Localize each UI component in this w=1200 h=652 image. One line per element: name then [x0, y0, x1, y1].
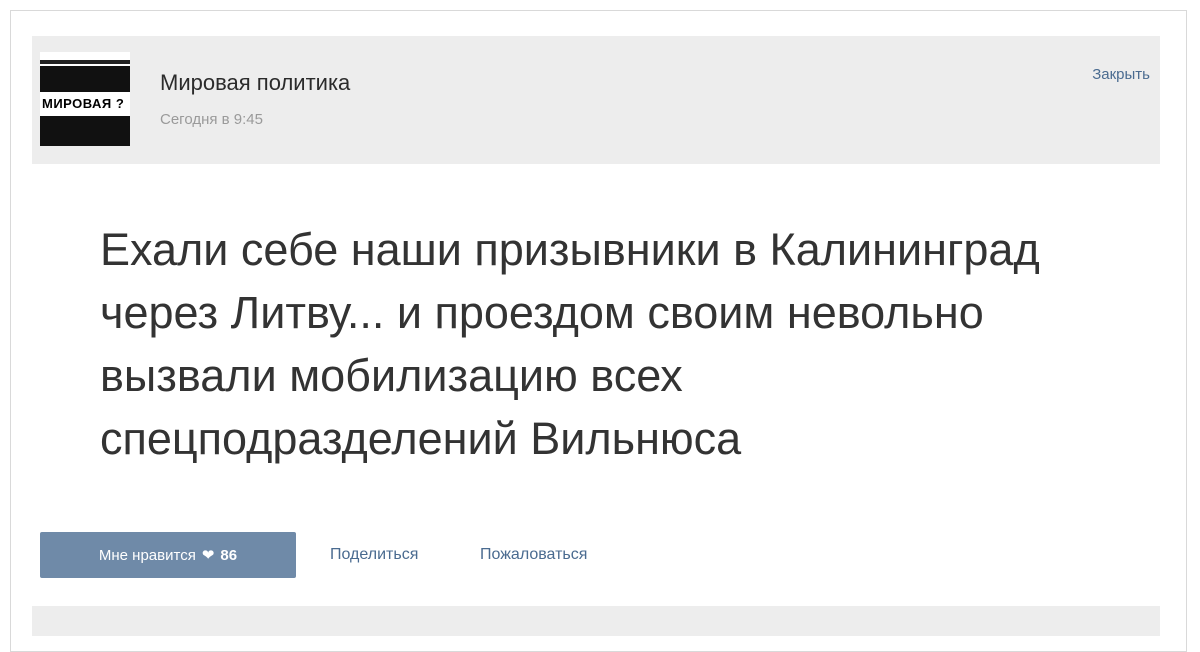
group-name-link[interactable]: Мировая политика: [160, 70, 350, 96]
like-button[interactable]: Мне нравится ❤ 86: [40, 532, 296, 578]
share-link[interactable]: Поделиться: [330, 546, 418, 564]
post-timestamp[interactable]: Сегодня в 9:45: [160, 111, 263, 128]
like-count: 86: [220, 546, 238, 564]
comments-strip: [32, 606, 1160, 636]
close-link[interactable]: Закрыть: [1092, 66, 1150, 83]
post-text: Ехали себе наши призывники в Калининград…: [100, 224, 1040, 464]
group-avatar[interactable]: МИРОВАЯ ?: [40, 52, 130, 146]
like-button-label: Мне нравится: [98, 546, 196, 564]
avatar-logo-text: МИРОВАЯ ?: [40, 92, 130, 116]
report-link[interactable]: Пожаловаться: [480, 546, 587, 564]
heart-icon: ❤: [201, 547, 215, 564]
post-header: [32, 36, 1160, 164]
avatar-stripe: [40, 60, 130, 64]
